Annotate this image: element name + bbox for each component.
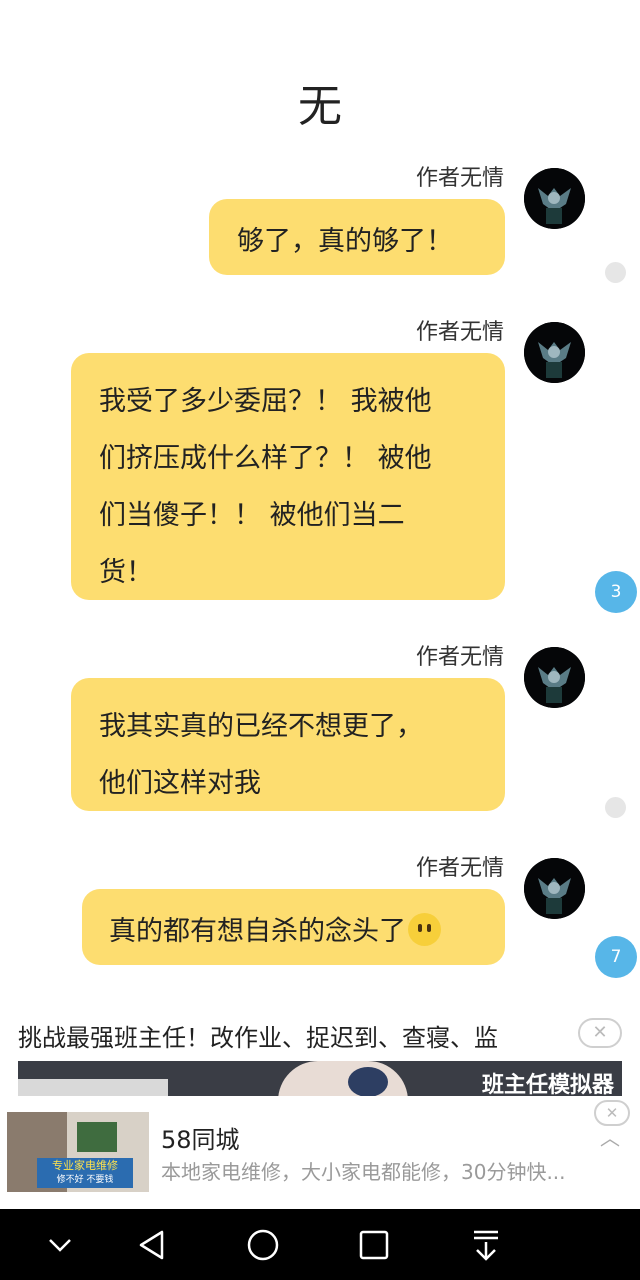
thumb-tag: 专业家电维修 [52, 1159, 118, 1172]
thumb-subtag: 修不好 不要钱 [56, 1175, 114, 1185]
notification-title: 58同城 [161, 1126, 240, 1154]
author-avatar[interactable] [524, 858, 585, 919]
home-icon[interactable] [241, 1223, 285, 1267]
message-line: 他们这样对我 [99, 768, 261, 799]
back-icon[interactable] [130, 1223, 174, 1267]
message-line: 货！ [99, 557, 153, 588]
author-name: 作者无情 [415, 320, 504, 345]
comment-dot[interactable] [605, 262, 626, 283]
message-line: 我受了多少委屈？！ 我被他 [99, 386, 432, 417]
ad-banner-label: 班主任模拟器 [481, 1073, 614, 1098]
chevron-down-icon[interactable] [38, 1223, 82, 1267]
message-line: 真的都有想自杀的念头了 [109, 916, 406, 947]
ad-banner-image[interactable]: 班主任模拟器 [18, 1061, 622, 1101]
author-name: 作者无情 [415, 856, 504, 881]
close-icon: ✕ [592, 1022, 608, 1043]
message-line: 们挤压成什么样了？！ 被他 [99, 443, 432, 474]
notification-description: 本地家电维修，大小家电都能修，30分钟快... [161, 1160, 566, 1184]
ad-headline[interactable]: 挑战最强班主任！改作业、捉迟到、查寝、监 [18, 1018, 558, 1053]
message-line: 们当傻子！！ 被他们当二 [99, 500, 405, 531]
message-line: 我其实真的已经不想更了， [99, 711, 423, 742]
neutral-face-emoji-icon [408, 913, 441, 946]
comment-count-badge[interactable]: 7 [595, 936, 637, 978]
message-bubble[interactable]: 我受了多少委屈？！ 我被他 们挤压成什么样了？！ 被他 们当傻子！！ 被他们当二… [71, 353, 505, 600]
collapse-chevron-icon[interactable]: ︿ [600, 1122, 620, 1151]
message-bubble[interactable]: 够了，真的够了！ [209, 199, 505, 275]
ad-close-button[interactable]: ✕ [578, 1018, 622, 1048]
recents-icon[interactable] [352, 1223, 396, 1267]
author-avatar[interactable] [524, 647, 585, 708]
message-bubble[interactable]: 真的都有想自杀的念头了 [82, 889, 505, 965]
message-line: 够了，真的够了！ [237, 226, 453, 257]
comment-dot[interactable] [605, 797, 626, 818]
author-name: 作者无情 [415, 645, 504, 670]
comment-count-badge[interactable]: 3 [595, 571, 637, 613]
page-title: 无 [298, 81, 342, 132]
download-icon[interactable] [464, 1223, 508, 1267]
author-avatar[interactable] [524, 168, 585, 229]
author-avatar[interactable] [524, 322, 585, 383]
author-name: 作者无情 [415, 166, 504, 191]
system-navigation-bar [0, 1209, 640, 1280]
close-icon: ✕ [605, 1104, 619, 1122]
message-bubble[interactable]: 我其实真的已经不想更了， 他们这样对我 [71, 678, 505, 811]
notification-thumbnail: 专业家电维修 修不好 不要钱 [7, 1112, 149, 1192]
